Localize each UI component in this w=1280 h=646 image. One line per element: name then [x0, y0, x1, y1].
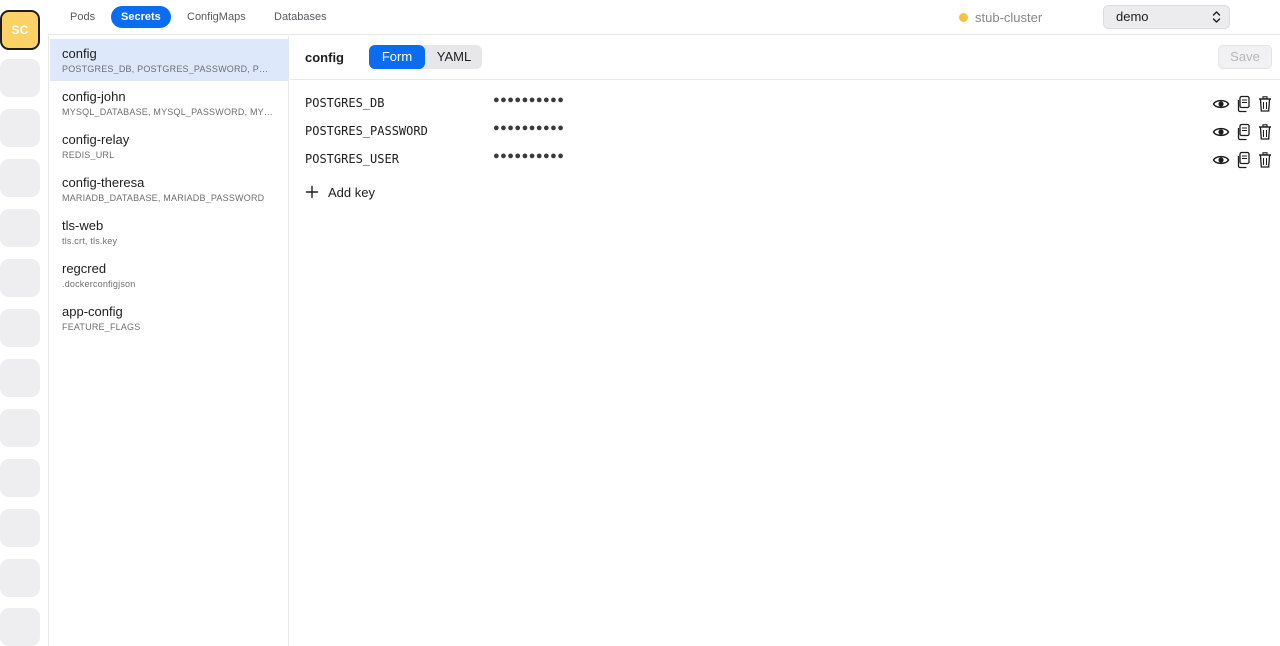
secret-name: config-relay	[62, 132, 130, 147]
detail-title: config	[305, 50, 344, 65]
secret-keys: REDIS_URL	[62, 150, 115, 160]
secret-name: config-john	[62, 89, 126, 104]
workspace-slot[interactable]	[0, 559, 40, 597]
secret-name: tls-web	[62, 218, 104, 233]
secret-name: config-theresa	[62, 175, 145, 190]
workspace-slot[interactable]	[0, 309, 40, 347]
workspace-slot[interactable]	[0, 509, 40, 547]
entry-masked-value: ●●●●●●●●●●	[493, 122, 565, 134]
workspace-avatar[interactable]: SC	[0, 10, 40, 50]
secret-list: config POSTGRES_DB, POSTGRES_PASSWORD, P…	[48, 36, 289, 646]
secret-keys: MARIADB_DATABASE, MARIADB_PASSWORD	[62, 193, 265, 203]
top-bar: Pods Secrets ConfigMaps Databases stub-c…	[48, 0, 1280, 35]
add-key-label: Add key	[328, 184, 375, 200]
workspace-slot[interactable]	[0, 459, 40, 497]
tab-secrets[interactable]: Secrets	[111, 6, 171, 28]
form-view-button[interactable]: Form	[369, 45, 425, 69]
secret-keys: MYSQL_DATABASE, MYSQL_PASSWORD, MYSQL_US…	[62, 107, 274, 117]
list-item[interactable]: app-config FEATURE_FLAGS	[50, 297, 289, 339]
workspace-slot[interactable]	[0, 159, 40, 197]
namespace-value: demo	[1116, 9, 1149, 24]
trash-icon[interactable]	[1256, 123, 1274, 141]
copy-icon[interactable]	[1235, 123, 1253, 141]
secret-entry-row: POSTGRES_USER ●●●●●●●●●●	[290, 146, 1280, 174]
secret-name: regcred	[62, 261, 107, 276]
secret-detail: config Form YAML Save POSTGRES_DB ●●●●●●…	[290, 36, 1280, 646]
add-key-button[interactable]: Add key	[305, 182, 375, 202]
view-mode-toggle: Form YAML	[369, 45, 482, 69]
yaml-view-button[interactable]: YAML	[426, 45, 482, 69]
secret-entry-row: POSTGRES_PASSWORD ●●●●●●●●●●	[290, 118, 1280, 146]
workspace-slot[interactable]	[0, 209, 40, 247]
workspace-slot[interactable]	[0, 359, 40, 397]
secret-keys: tls.crt, tls.key	[62, 236, 118, 246]
save-button[interactable]: Save	[1218, 45, 1272, 69]
detail-header: config Form YAML Save	[290, 36, 1280, 80]
tab-databases[interactable]: Databases	[264, 6, 337, 28]
secret-entry-row: POSTGRES_DB ●●●●●●●●●●	[290, 90, 1280, 118]
workspace-rail: SC	[0, 0, 48, 646]
cluster-name: stub-cluster	[975, 10, 1043, 25]
entry-masked-value: ●●●●●●●●●●	[493, 94, 565, 106]
secret-keys: .dockerconfigjson	[62, 279, 136, 289]
secret-keys: POSTGRES_DB, POSTGRES_PASSWORD, POSTGRES…	[62, 64, 274, 74]
workspace-slot[interactable]	[0, 59, 40, 97]
tab-pods[interactable]: Pods	[60, 6, 105, 28]
entry-key: POSTGRES_PASSWORD	[305, 124, 428, 138]
workspace-slot[interactable]	[0, 409, 40, 447]
cluster-status-dot	[959, 13, 968, 22]
list-item[interactable]: config POSTGRES_DB, POSTGRES_PASSWORD, P…	[50, 39, 289, 81]
eye-icon[interactable]	[1212, 151, 1230, 169]
list-item[interactable]: config-john MYSQL_DATABASE, MYSQL_PASSWO…	[50, 82, 289, 124]
trash-icon[interactable]	[1256, 95, 1274, 113]
eye-icon[interactable]	[1212, 123, 1230, 141]
eye-icon[interactable]	[1212, 95, 1230, 113]
secret-name: config	[62, 46, 97, 61]
secret-name: app-config	[62, 304, 123, 319]
chevron-up-down-icon	[1212, 11, 1221, 23]
namespace-select[interactable]: demo	[1103, 5, 1230, 29]
copy-icon[interactable]	[1235, 95, 1253, 113]
entry-key: POSTGRES_USER	[305, 152, 399, 166]
tab-configmaps[interactable]: ConfigMaps	[177, 6, 256, 28]
workspace-slot[interactable]	[0, 109, 40, 147]
entry-masked-value: ●●●●●●●●●●	[493, 150, 565, 162]
list-item[interactable]: config-relay REDIS_URL	[50, 125, 289, 167]
list-item[interactable]: tls-web tls.crt, tls.key	[50, 211, 289, 253]
workspace-slot[interactable]	[0, 259, 40, 297]
trash-icon[interactable]	[1256, 151, 1274, 169]
list-item[interactable]: regcred .dockerconfigjson	[50, 254, 289, 296]
secret-keys: FEATURE_FLAGS	[62, 322, 141, 332]
entry-key: POSTGRES_DB	[305, 96, 385, 110]
copy-icon[interactable]	[1235, 151, 1253, 169]
list-item[interactable]: config-theresa MARIADB_DATABASE, MARIADB…	[50, 168, 289, 210]
plus-icon	[305, 185, 319, 199]
workspace-slot[interactable]	[0, 608, 40, 646]
avatar-initials: SC	[11, 23, 29, 37]
